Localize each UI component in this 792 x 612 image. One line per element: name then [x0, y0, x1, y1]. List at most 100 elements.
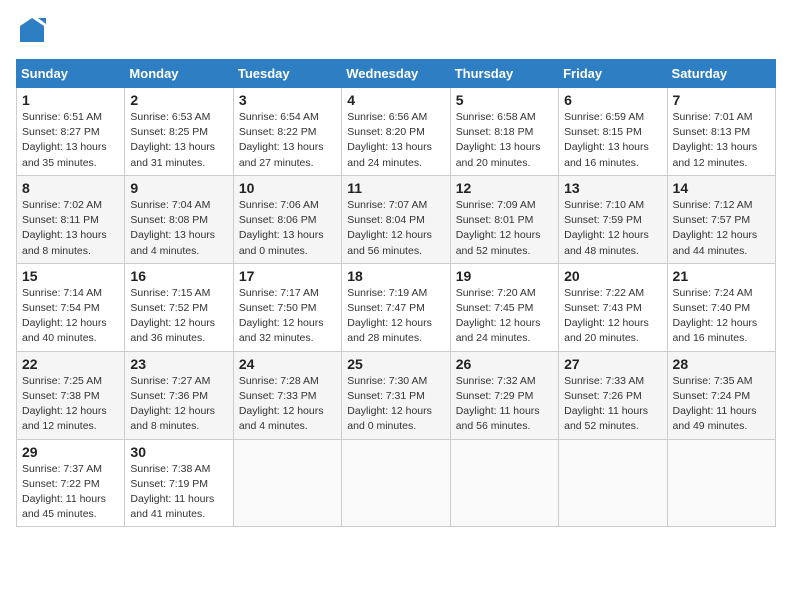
day-info: Sunrise: 7:30 AM Sunset: 7:31 PM Dayligh… [347, 374, 444, 435]
calendar-cell: 4 Sunrise: 6:56 AM Sunset: 8:20 PM Daylig… [342, 88, 450, 176]
day-number: 29 [22, 444, 119, 460]
day-info: Sunrise: 7:14 AM Sunset: 7:54 PM Dayligh… [22, 286, 119, 347]
day-number: 27 [564, 356, 661, 372]
day-info: Sunrise: 7:06 AM Sunset: 8:06 PM Dayligh… [239, 198, 336, 259]
day-number: 22 [22, 356, 119, 372]
day-number: 18 [347, 268, 444, 284]
day-number: 3 [239, 92, 336, 108]
day-info: Sunrise: 6:51 AM Sunset: 8:27 PM Dayligh… [22, 110, 119, 171]
day-info: Sunrise: 7:15 AM Sunset: 7:52 PM Dayligh… [130, 286, 227, 347]
day-info: Sunrise: 7:33 AM Sunset: 7:26 PM Dayligh… [564, 374, 661, 435]
calendar-cell: 14 Sunrise: 7:12 AM Sunset: 7:57 PM Dayli… [667, 175, 775, 263]
calendar-cell: 26 Sunrise: 7:32 AM Sunset: 7:29 PM Dayli… [450, 351, 558, 439]
calendar-cell [667, 439, 775, 527]
calendar-cell: 28 Sunrise: 7:35 AM Sunset: 7:24 PM Dayli… [667, 351, 775, 439]
day-number: 30 [130, 444, 227, 460]
calendar-week-row: 15 Sunrise: 7:14 AM Sunset: 7:54 PM Dayli… [17, 263, 776, 351]
day-info: Sunrise: 7:37 AM Sunset: 7:22 PM Dayligh… [22, 462, 119, 523]
day-number: 21 [673, 268, 770, 284]
day-info: Sunrise: 7:19 AM Sunset: 7:47 PM Dayligh… [347, 286, 444, 347]
calendar-cell: 16 Sunrise: 7:15 AM Sunset: 7:52 PM Dayli… [125, 263, 233, 351]
day-number: 8 [22, 180, 119, 196]
day-info: Sunrise: 7:35 AM Sunset: 7:24 PM Dayligh… [673, 374, 770, 435]
calendar-cell: 17Sunrise: 7:17 AM Sunset: 7:50 PM Dayli… [233, 263, 341, 351]
calendar-cell: 23 Sunrise: 7:27 AM Sunset: 7:36 PM Dayli… [125, 351, 233, 439]
calendar-cell: 27 Sunrise: 7:33 AM Sunset: 7:26 PM Dayli… [559, 351, 667, 439]
day-number: 24 [239, 356, 336, 372]
calendar-cell [559, 439, 667, 527]
calendar-body: 1 Sunrise: 6:51 AM Sunset: 8:27 PM Daylig… [17, 88, 776, 527]
day-info: Sunrise: 7:12 AM Sunset: 7:57 PM Dayligh… [673, 198, 770, 259]
day-number: 14 [673, 180, 770, 196]
day-number: 15 [22, 268, 119, 284]
calendar-cell: 12 Sunrise: 7:09 AM Sunset: 8:01 PM Dayli… [450, 175, 558, 263]
calendar-cell: 10 Sunrise: 7:06 AM Sunset: 8:06 PM Dayli… [233, 175, 341, 263]
day-number: 19 [456, 268, 553, 284]
calendar-cell: 21Sunrise: 7:24 AM Sunset: 7:40 PM Dayli… [667, 263, 775, 351]
day-number: 12 [456, 180, 553, 196]
day-header: Wednesday [342, 60, 450, 88]
day-header: Monday [125, 60, 233, 88]
day-info: Sunrise: 7:32 AM Sunset: 7:29 PM Dayligh… [456, 374, 553, 435]
day-number: 26 [456, 356, 553, 372]
calendar-cell: 3 Sunrise: 6:54 AM Sunset: 8:22 PM Daylig… [233, 88, 341, 176]
calendar-cell: 19 Sunrise: 7:20 AM Sunset: 7:45 PM Dayli… [450, 263, 558, 351]
day-info: Sunrise: 6:58 AM Sunset: 8:18 PM Dayligh… [456, 110, 553, 171]
calendar-cell: 6 Sunrise: 6:59 AM Sunset: 8:15 PM Daylig… [559, 88, 667, 176]
day-info: Sunrise: 7:38 AM Sunset: 7:19 PM Dayligh… [130, 462, 227, 523]
day-number: 9 [130, 180, 227, 196]
day-info: Sunrise: 6:56 AM Sunset: 8:20 PM Dayligh… [347, 110, 444, 171]
day-info: Sunrise: 7:25 AM Sunset: 7:38 PM Dayligh… [22, 374, 119, 435]
day-number: 10 [239, 180, 336, 196]
day-info: Sunrise: 6:53 AM Sunset: 8:25 PM Dayligh… [130, 110, 227, 171]
day-info: Sunrise: 7:02 AM Sunset: 8:11 PM Dayligh… [22, 198, 119, 259]
calendar-week-row: 8 Sunrise: 7:02 AM Sunset: 8:11 PM Daylig… [17, 175, 776, 263]
calendar-cell: 7 Sunrise: 7:01 AM Sunset: 8:13 PM Daylig… [667, 88, 775, 176]
day-info: Sunrise: 7:01 AM Sunset: 8:13 PM Dayligh… [673, 110, 770, 171]
day-info: Sunrise: 7:07 AM Sunset: 8:04 PM Dayligh… [347, 198, 444, 259]
calendar-cell [450, 439, 558, 527]
day-info: Sunrise: 7:04 AM Sunset: 8:08 PM Dayligh… [130, 198, 227, 259]
day-info: Sunrise: 7:09 AM Sunset: 8:01 PM Dayligh… [456, 198, 553, 259]
day-number: 2 [130, 92, 227, 108]
day-info: Sunrise: 6:59 AM Sunset: 8:15 PM Dayligh… [564, 110, 661, 171]
day-number: 20 [564, 268, 661, 284]
calendar-header-row: SundayMondayTuesdayWednesdayThursdayFrid… [17, 60, 776, 88]
day-header: Tuesday [233, 60, 341, 88]
day-number: 5 [456, 92, 553, 108]
header [16, 16, 776, 49]
day-header: Thursday [450, 60, 558, 88]
calendar-cell: 11Sunrise: 7:07 AM Sunset: 8:04 PM Dayli… [342, 175, 450, 263]
day-header: Sunday [17, 60, 125, 88]
calendar-cell: 8 Sunrise: 7:02 AM Sunset: 8:11 PM Daylig… [17, 175, 125, 263]
day-number: 17 [239, 268, 336, 284]
logo [16, 16, 46, 49]
day-number: 25 [347, 356, 444, 372]
day-number: 13 [564, 180, 661, 196]
calendar-cell: 5 Sunrise: 6:58 AM Sunset: 8:18 PM Daylig… [450, 88, 558, 176]
calendar-week-row: 1 Sunrise: 6:51 AM Sunset: 8:27 PM Daylig… [17, 88, 776, 176]
calendar-week-row: 22 Sunrise: 7:25 AM Sunset: 7:38 PM Dayli… [17, 351, 776, 439]
calendar-cell: 25 Sunrise: 7:30 AM Sunset: 7:31 PM Dayli… [342, 351, 450, 439]
day-number: 23 [130, 356, 227, 372]
day-number: 4 [347, 92, 444, 108]
day-header: Saturday [667, 60, 775, 88]
day-number: 28 [673, 356, 770, 372]
day-info: Sunrise: 7:22 AM Sunset: 7:43 PM Dayligh… [564, 286, 661, 347]
calendar-cell: 22 Sunrise: 7:25 AM Sunset: 7:38 PM Dayli… [17, 351, 125, 439]
day-number: 7 [673, 92, 770, 108]
day-number: 1 [22, 92, 119, 108]
day-info: Sunrise: 7:28 AM Sunset: 7:33 PM Dayligh… [239, 374, 336, 435]
calendar-cell: 13Sunrise: 7:10 AM Sunset: 7:59 PM Dayli… [559, 175, 667, 263]
day-info: Sunrise: 7:27 AM Sunset: 7:36 PM Dayligh… [130, 374, 227, 435]
day-header: Friday [559, 60, 667, 88]
day-info: Sunrise: 6:54 AM Sunset: 8:22 PM Dayligh… [239, 110, 336, 171]
calendar-cell: 2 Sunrise: 6:53 AM Sunset: 8:25 PM Daylig… [125, 88, 233, 176]
calendar-cell: 29 Sunrise: 7:37 AM Sunset: 7:22 PM Dayli… [17, 439, 125, 527]
logo-icon [18, 16, 46, 44]
day-info: Sunrise: 7:20 AM Sunset: 7:45 PM Dayligh… [456, 286, 553, 347]
day-number: 6 [564, 92, 661, 108]
day-number: 16 [130, 268, 227, 284]
calendar-cell: 9 Sunrise: 7:04 AM Sunset: 8:08 PM Daylig… [125, 175, 233, 263]
calendar-cell [342, 439, 450, 527]
